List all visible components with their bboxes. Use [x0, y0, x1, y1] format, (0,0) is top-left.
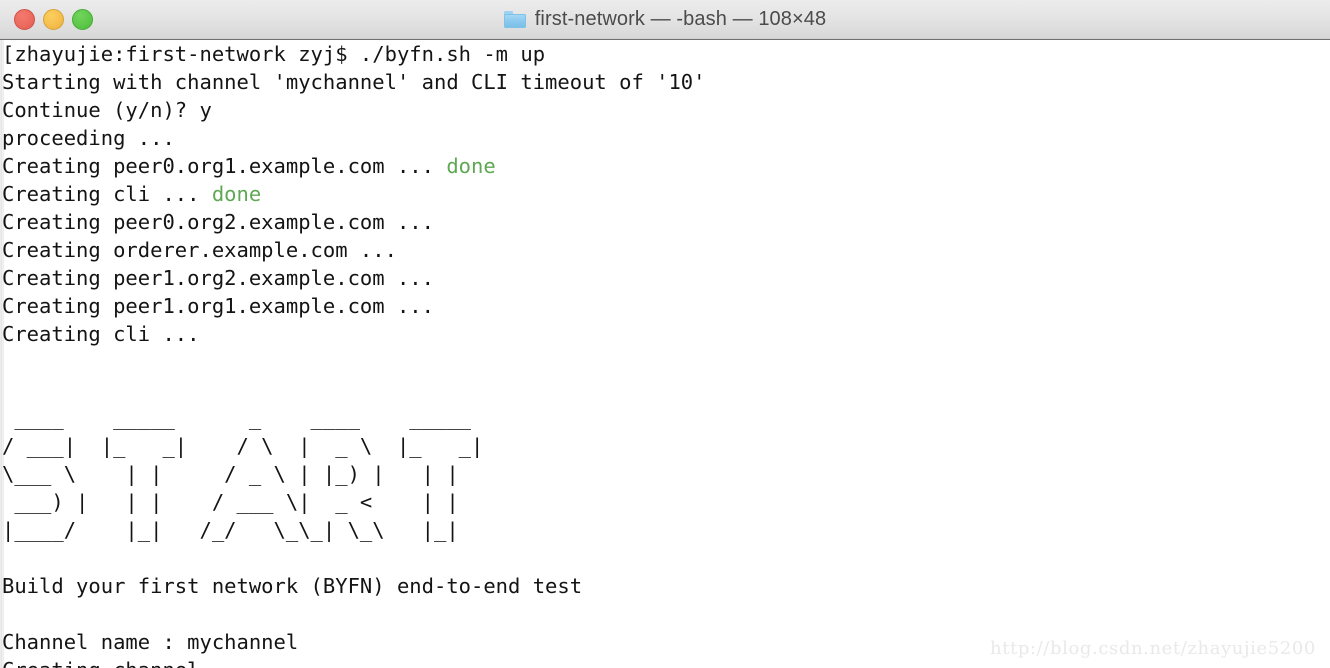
terminal-output: [zhayujie:first-network zyj$ ./byfn.sh -…	[2, 40, 706, 668]
window-title-group: first-network — -bash — 108×48	[0, 0, 1330, 39]
terminal-body[interactable]: [zhayujie:first-network zyj$ ./byfn.sh -…	[0, 40, 1330, 668]
terminal-segment: Creating cli ...	[2, 182, 200, 206]
window-titlebar[interactable]: first-network — -bash — 108×48	[0, 0, 1330, 40]
terminal-segment: Creating peer0.org2.example.com ... Crea…	[2, 210, 583, 668]
terminal-segment: done	[446, 154, 496, 178]
window-title: first-network — -bash — 108×48	[534, 8, 827, 30]
terminal-segment: done	[211, 182, 262, 206]
maximize-button[interactable]	[72, 9, 93, 30]
minimize-button[interactable]	[43, 9, 64, 30]
close-button[interactable]	[14, 9, 35, 30]
watermark: http://blog.csdn.net/zhayujie5200	[989, 638, 1316, 659]
traffic-light-group	[14, 0, 93, 39]
terminal-segment: [zhayujie:first-network zyj$ ./byfn.sh -…	[2, 42, 706, 178]
terminal-window: first-network — -bash — 108×48 [zhayujie…	[0, 0, 1330, 668]
folder-icon	[503, 11, 526, 28]
